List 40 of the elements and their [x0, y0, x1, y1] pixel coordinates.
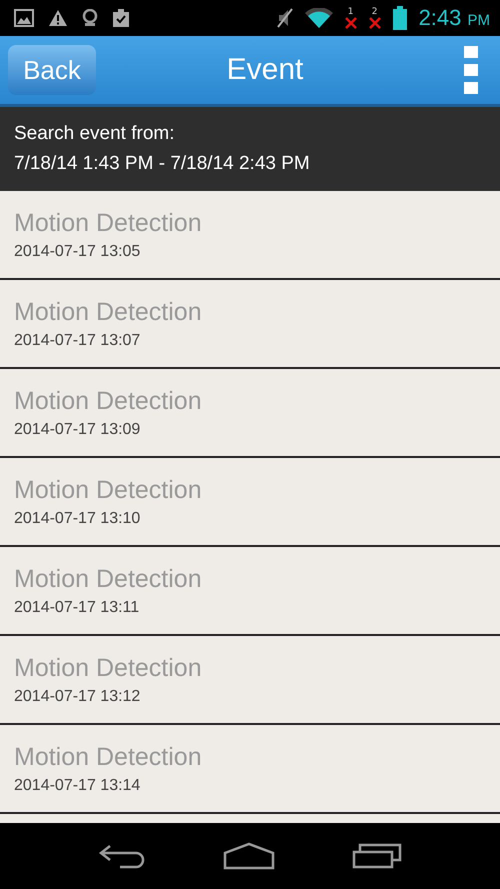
wifi-icon [304, 8, 333, 28]
battery-icon [392, 6, 407, 30]
event-item[interactable]: Motion Detection 2014-07-17 13:05 [0, 191, 500, 280]
no-signal-icon [368, 17, 381, 29]
event-time: 2014-07-17 13:09 [14, 420, 142, 440]
warning-icon [48, 9, 68, 27]
event-title: Motion Detection [14, 386, 203, 416]
event-title: Motion Detection [14, 652, 203, 684]
event-title: Motion Detection [14, 208, 203, 238]
event-item[interactable]: Motion Detection 2014-07-17 13:11 [0, 547, 500, 636]
event-time: 2014-07-17 13:12 [14, 686, 142, 706]
event-title: Motion Detection [14, 564, 203, 594]
event-time: 2014-07-17 13:14 [14, 776, 142, 796]
webcam-icon [82, 9, 98, 27]
screen-title: Event [226, 53, 304, 87]
event-title: Motion Detection [14, 296, 203, 328]
event-title: Motion Detection [14, 742, 203, 772]
clock: 2:43 PM [418, 5, 490, 31]
event-item[interactable]: Motion Detection 2014-07-17 13:14 [0, 725, 500, 814]
muted-speaker-icon [276, 8, 293, 28]
event-item[interactable]: Motion Detection 2014-07-17 13:07 [0, 280, 500, 369]
menu-icon[interactable] [464, 46, 478, 94]
image-icon [14, 9, 34, 27]
search-label: Search event from: [14, 122, 176, 146]
event-time: 2014-07-17 13:05 [14, 242, 142, 262]
event-time: 2014-07-17 13:07 [14, 330, 142, 350]
event-time: 2014-07-17 13:10 [14, 508, 142, 528]
event-item[interactable]: Motion Detection 2014-07-17 13:09 [0, 369, 500, 458]
clipboard-check-icon [112, 9, 130, 27]
back-nav-icon[interactable] [98, 843, 146, 869]
home-icon[interactable] [222, 842, 275, 870]
sim-number: 2 [372, 7, 378, 17]
event-item[interactable]: Motion Detection 2014-07-17 13:10 [0, 458, 500, 547]
date-range: 7/18/14 1:43 PM - 7/18/14 2:43 PM [14, 152, 311, 176]
event-time: 2014-07-17 13:11 [14, 598, 140, 618]
event-title: Motion Detection [14, 474, 203, 506]
recent-apps-icon[interactable] [352, 843, 402, 869]
event-item[interactable]: Motion Detection 2014-07-17 13:12 [0, 636, 500, 725]
sim-number: 1 [348, 7, 354, 17]
no-signal-icon [344, 17, 357, 29]
